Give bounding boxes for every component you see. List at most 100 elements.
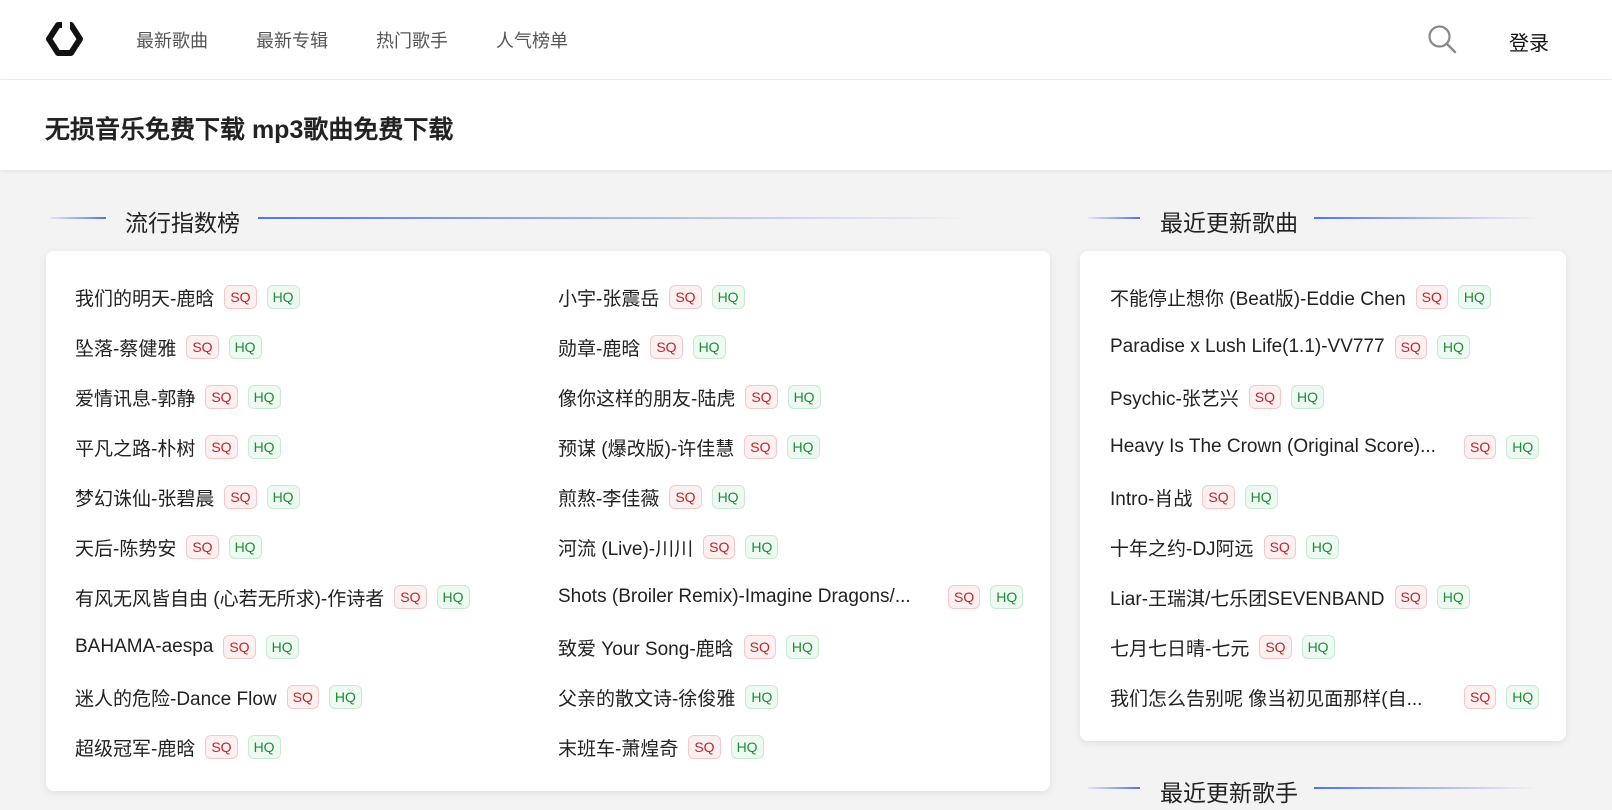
song-row: 爱情讯息-郭静 SQ HQ [75,381,281,413]
sq-quality-badge[interactable]: SQ [223,635,256,659]
song-title-link[interactable]: 平凡之路-朴树 [75,434,195,461]
hq-quality-badge[interactable]: HQ [711,285,745,309]
hq-quality-badge[interactable]: HQ [745,535,779,559]
sq-quality-badge[interactable]: SQ [669,285,702,309]
login-button[interactable]: 登录 [1509,27,1549,56]
hq-quality-badge[interactable]: HQ [745,685,779,709]
site-logo-icon[interactable] [44,22,84,56]
song-row: 末班车-萧煌奇 SQ HQ [558,731,764,763]
sq-quality-badge[interactable]: SQ [224,485,257,509]
sq-quality-badge[interactable]: SQ [1248,385,1282,409]
nav-popular-charts[interactable]: 人气榜单 [496,27,568,53]
hq-quality-badge[interactable]: HQ [228,335,262,359]
song-title-link[interactable]: 不能停止想你 (Beat版)-Eddie Chen [1110,284,1406,311]
hq-quality-badge[interactable]: HQ [786,435,820,459]
song-title-link[interactable]: BAHAMA-aespa [75,636,213,658]
hq-quality-badge[interactable]: HQ [990,585,1024,609]
song-title-link[interactable]: Liar-王瑞淇/七乐团SEVENBAND [1110,584,1385,611]
hq-quality-badge[interactable]: HQ [436,585,470,609]
sq-quality-badge[interactable]: SQ [205,385,238,409]
song-title-link[interactable]: 勋章-鹿晗 [558,334,640,361]
sq-quality-badge[interactable]: SQ [703,535,736,559]
song-title-link[interactable]: Psychic-张艺兴 [1110,384,1239,411]
hq-quality-badge[interactable]: HQ [1457,285,1491,309]
song-title-link[interactable]: 小宇-张震岳 [558,284,659,311]
song-title-link[interactable]: 致爱 Your Song-鹿晗 [558,634,734,661]
sq-quality-badge[interactable]: SQ [688,735,721,759]
search-icon[interactable] [1427,24,1457,54]
hq-quality-badge[interactable]: HQ [1301,635,1335,659]
song-title-link[interactable]: Shots (Broiler Remix)-Imagine Dragons/..… [558,586,911,608]
hq-quality-badge[interactable]: HQ [1305,535,1339,559]
song-title-link[interactable]: 父亲的散文诗-徐俊雅 [558,684,735,711]
hq-quality-badge[interactable]: HQ [1436,335,1470,359]
hq-quality-badge[interactable]: HQ [265,635,299,659]
sq-quality-badge[interactable]: SQ [948,585,981,609]
sq-quality-badge[interactable]: SQ [745,385,778,409]
hq-quality-badge[interactable]: HQ [1506,435,1540,459]
song-title-link[interactable]: 有风无风皆自由 (心若无所求)-作诗者 [75,584,384,611]
nav-latest-albums[interactable]: 最新专辑 [256,27,328,53]
sq-quality-badge[interactable]: SQ [669,485,702,509]
sq-quality-badge[interactable]: SQ [186,535,219,559]
hq-quality-badge[interactable]: HQ [228,535,262,559]
sq-quality-badge[interactable]: SQ [286,685,319,709]
hq-quality-badge[interactable]: HQ [1291,385,1325,409]
song-title-link[interactable]: 我们的明天-鹿晗 [75,284,214,311]
sq-quality-badge[interactable]: SQ [650,335,683,359]
hq-quality-badge[interactable]: HQ [692,335,726,359]
sq-quality-badge[interactable]: SQ [224,285,257,309]
sq-quality-badge[interactable]: SQ [1394,335,1427,359]
song-title-link[interactable]: 爱情讯息-郭静 [75,384,195,411]
hq-quality-badge[interactable]: HQ [266,485,300,509]
hq-quality-badge[interactable]: HQ [1436,585,1470,609]
song-title-link[interactable]: 预谋 (爆改版)-许佳慧 [558,434,734,461]
song-title-link[interactable]: Heavy Is The Crown (Original Score)... [1110,436,1436,458]
song-row: 勋章-鹿晗 SQ HQ [558,331,726,363]
sq-quality-badge[interactable]: SQ [205,435,238,459]
sq-quality-badge[interactable]: SQ [394,585,427,609]
sq-quality-badge[interactable]: SQ [744,435,777,459]
sq-quality-badge[interactable]: SQ [1464,685,1497,709]
song-title-link[interactable]: Paradise x Lush Life(1.1)-VV777 [1110,336,1385,358]
song-title-link[interactable]: 十年之约-DJ阿远 [1110,534,1254,561]
hq-quality-badge[interactable]: HQ [1244,485,1278,509]
nav-latest-songs[interactable]: 最新歌曲 [136,27,208,53]
sq-quality-badge[interactable]: SQ [1415,285,1448,309]
song-row: 梦幻诛仙-张碧晨 SQ HQ [75,481,300,513]
song-row: 天后-陈势安 SQ HQ [75,531,262,563]
song-title-link[interactable]: 我们怎么告别呢 像当初见面那样(自... [1110,684,1422,711]
sq-quality-badge[interactable]: SQ [1202,485,1235,509]
sq-quality-badge[interactable]: SQ [1394,585,1427,609]
hq-quality-badge[interactable]: HQ [1506,685,1540,709]
song-title-link[interactable]: 坠落-蔡健雅 [75,334,176,361]
sq-quality-badge[interactable]: SQ [186,335,219,359]
sq-quality-badge[interactable]: SQ [205,735,238,759]
song-title-link[interactable]: 七月七日晴-七元 [1110,634,1249,661]
song-title-link[interactable]: 河流 (Live)-川川 [558,534,693,561]
song-title-link[interactable]: 梦幻诛仙-张碧晨 [75,484,214,511]
page-title: 无损音乐免费下载 mp3歌曲免费下载 [45,116,454,144]
song-title-link[interactable]: 迷人的危险-Dance Flow [75,684,277,711]
sq-quality-badge[interactable]: SQ [1259,635,1292,659]
sq-quality-badge[interactable]: SQ [1263,535,1296,559]
hq-quality-badge[interactable]: HQ [247,385,281,409]
song-title-link[interactable]: 煎熬-李佳薇 [558,484,659,511]
song-title-link[interactable]: 超级冠军-鹿晗 [75,734,195,761]
sq-quality-badge[interactable]: SQ [1464,435,1497,459]
divider-right [1314,217,1538,219]
hq-quality-badge[interactable]: HQ [247,435,281,459]
hq-quality-badge[interactable]: HQ [247,735,281,759]
hq-quality-badge[interactable]: HQ [787,385,821,409]
hq-quality-badge[interactable]: HQ [328,685,362,709]
song-title-link[interactable]: 天后-陈势安 [75,534,176,561]
song-title-link[interactable]: Intro-肖战 [1110,484,1192,511]
hq-quality-badge[interactable]: HQ [711,485,745,509]
hq-quality-badge[interactable]: HQ [266,285,300,309]
song-title-link[interactable]: 像你这样的朋友-陆虎 [558,384,735,411]
hq-quality-badge[interactable]: HQ [785,635,819,659]
hq-quality-badge[interactable]: HQ [730,735,764,759]
song-title-link[interactable]: 末班车-萧煌奇 [558,734,678,761]
nav-hot-artists[interactable]: 热门歌手 [376,27,448,53]
sq-quality-badge[interactable]: SQ [743,635,776,659]
